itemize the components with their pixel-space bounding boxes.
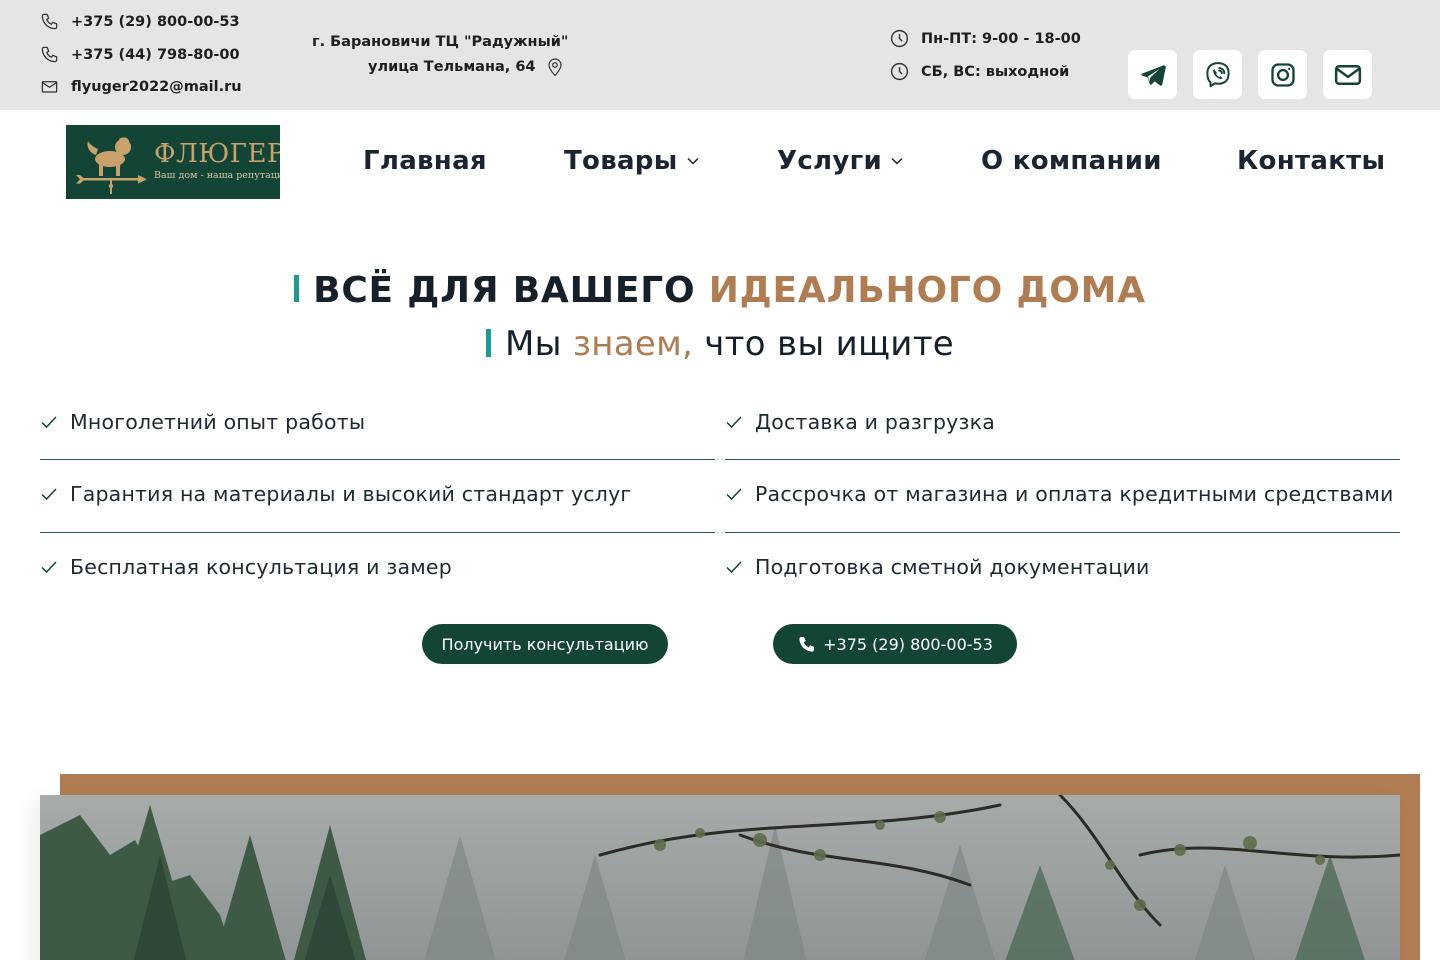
feature-text: Подготовка сметной документации	[755, 555, 1150, 579]
checkmark-icon	[41, 561, 57, 574]
nav-contacts-label: Контакты	[1237, 146, 1386, 176]
logo-tagline: Ваш дом - наша репутация	[154, 170, 280, 181]
hero-subtitle-part1: Мы	[504, 324, 562, 364]
consultation-button-label: Получить консультацию	[441, 634, 649, 654]
checkmark-icon	[41, 416, 57, 429]
phone-number-2: +375 (44) 798-80-00	[71, 46, 240, 63]
phone-link-2[interactable]: +375 (44) 798-80-00	[40, 45, 240, 64]
phone-link-1[interactable]: +375 (29) 800-00-53	[40, 12, 240, 31]
phone-icon	[41, 46, 58, 63]
nav-contacts[interactable]: Контакты	[1237, 146, 1385, 176]
top-info-bar: +375 (29) 800-00-53 +375 (44) 798-80-00 …	[0, 0, 1440, 110]
viber-button[interactable]	[1193, 50, 1242, 99]
hours-weekend-text: СБ, ВС: выходной	[921, 63, 1070, 80]
nav-services[interactable]: Услуги	[777, 146, 903, 176]
address-line-1: г. Барановичи ТЦ "Радужный"	[312, 34, 569, 50]
hero-title-part1: ВСЁ ДЛЯ ВАШЕГО	[313, 270, 696, 311]
telegram-button[interactable]	[1128, 50, 1177, 99]
hero-title-part2: ИДЕАЛЬНОГО ДОМА	[708, 270, 1146, 311]
hero-subtitle: Мы знаем, что вы ищите	[0, 324, 1440, 364]
feature-text: Доставка и разгрузка	[755, 410, 995, 434]
nav-about[interactable]: О компании	[981, 146, 1162, 176]
feature-text: Гарантия на материалы и высокий стандарт…	[70, 482, 632, 506]
nav-about-label: О компании	[981, 146, 1162, 176]
feature-item: Рассрочка от магазина и оплата кредитным…	[725, 482, 1394, 506]
nav-home-label: Главная	[363, 146, 487, 176]
envelope-icon	[41, 81, 58, 93]
working-hours-weekend: СБ, ВС: выходной	[889, 61, 1069, 82]
chevron-down-icon	[687, 157, 699, 165]
phone-number-1: +375 (29) 800-00-53	[71, 13, 240, 30]
nav-goods-label: Товары	[564, 146, 678, 176]
hours-weekdays-text: Пн-ПТ: 9-00 - 18-00	[921, 30, 1081, 47]
clock-icon	[890, 62, 909, 81]
checkmark-icon	[726, 561, 742, 574]
map-pin-icon	[547, 58, 562, 77]
checkmark-icon	[41, 488, 57, 501]
phone-icon	[41, 13, 58, 30]
logo-name: ФЛЮГЕР	[154, 139, 280, 169]
instagram-button[interactable]	[1258, 50, 1307, 99]
nav-goods[interactable]: Товары	[564, 146, 699, 176]
working-hours-weekdays: Пн-ПТ: 9-00 - 18-00	[889, 28, 1081, 49]
site-logo[interactable]: ФЛЮГЕР Ваш дом - наша репутация	[66, 125, 280, 199]
lion-weathervane-icon	[76, 137, 147, 194]
feature-text: Бесплатная консультация и замер	[70, 555, 452, 579]
feature-item: Подготовка сметной документации	[725, 555, 1150, 579]
feature-text: Рассрочка от магазина и оплата кредитным…	[755, 482, 1394, 506]
chevron-down-icon	[891, 157, 903, 165]
checkmark-icon	[726, 488, 742, 501]
feature-divider	[40, 459, 715, 460]
email-link[interactable]: flyuger2022@mail.ru	[40, 77, 242, 96]
forest-illustration	[40, 795, 1400, 960]
clock-icon	[890, 29, 909, 48]
telegram-icon	[1140, 64, 1166, 86]
mail-icon	[1334, 64, 1361, 85]
feature-item: Гарантия на материалы и высокий стандарт…	[40, 482, 631, 506]
email-address: flyuger2022@mail.ru	[71, 78, 242, 95]
nav-services-label: Услуги	[777, 146, 883, 176]
checkmark-icon	[726, 416, 742, 429]
feature-item: Многолетний опыт работы	[40, 410, 365, 434]
feature-item: Доставка и разгрузка	[725, 410, 995, 434]
instagram-icon	[1270, 62, 1295, 87]
hero-subtitle-part2: знаем,	[572, 324, 694, 364]
feature-divider	[725, 532, 1400, 533]
title-accent-bar	[294, 274, 300, 302]
phone-icon	[799, 636, 815, 652]
hero-title: ВСЁ ДЛЯ ВАШЕГО ИДЕАЛЬНОГО ДОМА	[0, 270, 1440, 311]
address-line-2[interactable]: улица Тельмана, 64	[368, 56, 564, 77]
phone-button-label: +375 (29) 800-00-53	[823, 634, 993, 654]
viber-icon	[1205, 61, 1230, 87]
feature-divider	[40, 532, 715, 533]
nav-home[interactable]: Главная	[363, 146, 487, 176]
forest-photo	[40, 795, 1400, 960]
email-button[interactable]	[1323, 50, 1372, 99]
feature-text: Многолетний опыт работы	[70, 410, 366, 434]
address-street: улица Тельмана, 64	[368, 58, 536, 75]
feature-item: Бесплатная консультация и замер	[40, 555, 452, 579]
get-consultation-button[interactable]: Получить консультацию	[422, 624, 668, 664]
subtitle-accent-bar	[485, 328, 491, 357]
call-phone-button[interactable]: +375 (29) 800-00-53	[773, 624, 1017, 664]
feature-divider	[725, 459, 1400, 460]
hero-subtitle-part3: что вы ищите	[704, 324, 955, 364]
